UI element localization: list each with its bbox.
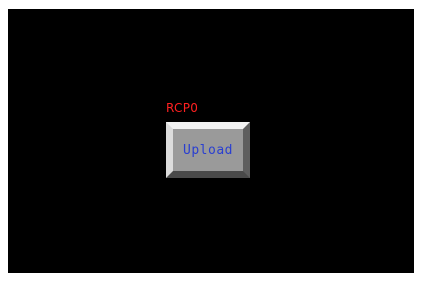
hmi-screen: RCP0 Upload xyxy=(8,9,414,273)
upload-button-label: Upload xyxy=(183,142,233,158)
recipe-label: RCP0 xyxy=(166,101,199,115)
upload-button[interactable]: Upload xyxy=(166,122,250,178)
